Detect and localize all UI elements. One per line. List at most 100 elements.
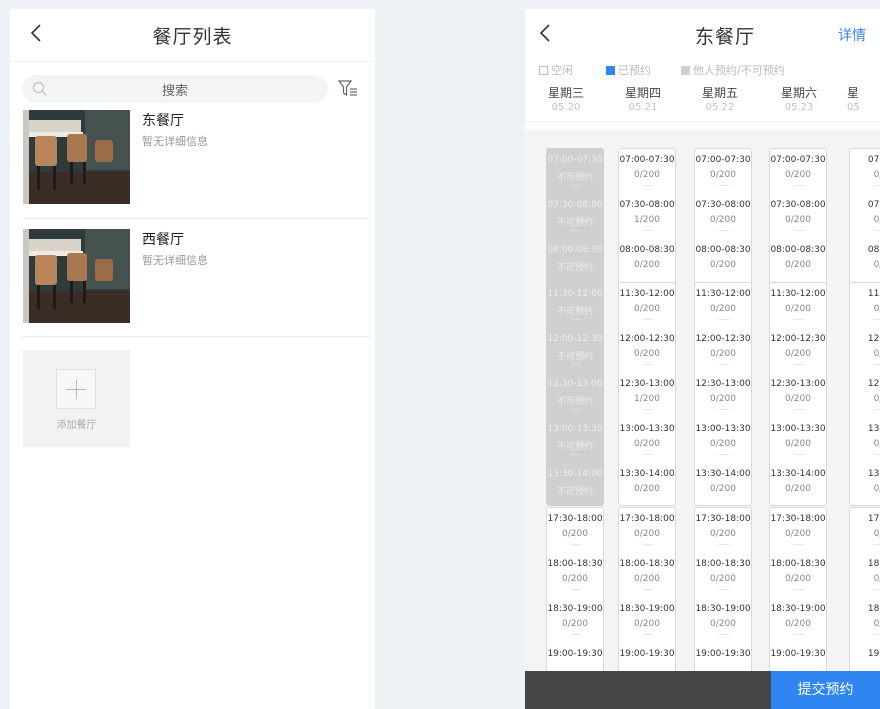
slot-time: 18:00-18:30	[619, 559, 675, 569]
timeslot[interactable]: 18:0 0/	[850, 553, 880, 598]
timeslot[interactable]: 13:3 0/	[850, 463, 880, 508]
timeslot[interactable]: 13:0 0/	[850, 418, 880, 463]
slot-capacity: 0/200	[785, 484, 811, 494]
timeslot[interactable]: 17:30-18:00 0/200	[695, 508, 751, 553]
legend-free-label: 空闲	[551, 64, 573, 77]
search-row: 搜索	[10, 70, 375, 108]
slot-capacity: 0/	[873, 170, 880, 180]
timeslot[interactable]: 19:00-19:30	[695, 643, 751, 671]
list-header: 餐厅列表	[10, 9, 375, 62]
timeslot[interactable]: 12:30-13:00 0/200	[770, 373, 826, 418]
slot-capacity: 不可预约	[556, 487, 593, 497]
slot-divider	[794, 319, 804, 320]
timeslot[interactable]: 12:00-12:30 0/200	[770, 328, 826, 373]
search-input[interactable]: 搜索	[22, 75, 328, 103]
timeslot[interactable]: 18:3 0/	[850, 598, 880, 643]
slot-time: 07:00-07:30	[695, 155, 751, 165]
timeslot: 07:00-07:30 不可预约	[547, 149, 603, 194]
slot-time: 07:3	[867, 200, 880, 210]
timeslot[interactable]: 07:00-07:30 0/200	[770, 149, 826, 194]
timeslot[interactable]: 18:30-19:00 0/200	[770, 598, 826, 643]
timeslot[interactable]: 07:3 0/	[850, 194, 880, 239]
timeslot[interactable]: 17:30-18:00 0/200	[770, 508, 826, 553]
slot-capacity: 0/	[873, 349, 880, 359]
timeslot[interactable]: 19:00-19:30	[770, 643, 826, 671]
submit-booking-button[interactable]: 提交预约	[771, 671, 880, 709]
slot-divider	[719, 230, 729, 231]
timeslot[interactable]: 12:00-12:30 0/200	[695, 328, 751, 373]
day-tab[interactable]: 星期六 05.23	[769, 84, 829, 113]
slot-time: 07:00-07:30	[619, 155, 675, 165]
timeslot[interactable]: 18:00-18:30 0/200	[547, 553, 603, 598]
timeslot[interactable]: 19:00-19:30	[619, 643, 675, 671]
timeslot[interactable]: 13:00-13:30 0/200	[695, 418, 751, 463]
slot-capacity: 0/200	[634, 529, 660, 539]
slot-time: 18:30-19:00	[619, 604, 675, 614]
timeslot[interactable]: 13:00-13:30 0/200	[619, 418, 675, 463]
day-tab[interactable]: 星 05	[845, 84, 880, 113]
timeslot[interactable]: 07:30-08:00 0/200	[695, 194, 751, 239]
timeslot[interactable]: 13:30-14:00 0/200	[770, 463, 826, 508]
timeslot[interactable]: 08:00-08:30 0/200	[695, 239, 751, 284]
timeslot[interactable]: 17:30-18:00 0/200	[547, 508, 603, 553]
restaurant-name: 西餐厅	[142, 232, 184, 248]
timeslot[interactable]: 11:3 0/	[850, 283, 880, 328]
timeslot[interactable]: 12:30-13:00 0/200	[695, 373, 751, 418]
timeslot[interactable]: 18:00-18:30 0/200	[695, 553, 751, 598]
slot-divider	[794, 454, 804, 455]
timeslot-block: 07:0 0/07:3 0/08:0 0/	[849, 148, 880, 288]
add-restaurant-button[interactable]: 添加餐厅	[23, 350, 130, 447]
slot-time: 12:30-13:00	[770, 379, 826, 389]
day-tab[interactable]: 星期五 05.22	[690, 84, 750, 113]
timeslot[interactable]: 07:00-07:30 0/200	[619, 149, 675, 194]
slot-capacity: 0/200	[785, 304, 811, 314]
slot-capacity: 0/200	[634, 349, 660, 359]
timeslot[interactable]: 13:00-13:30 0/200	[770, 418, 826, 463]
slot-capacity: 0/200	[785, 529, 811, 539]
slot-capacity: 0/200	[562, 574, 588, 584]
day-date: 05.22	[705, 102, 735, 113]
restaurant-item[interactable]: 西餐厅 暂无详细信息	[22, 219, 371, 337]
restaurant-item[interactable]: 东餐厅 暂无详细信息	[22, 108, 371, 219]
timeslot[interactable]: 11:30-12:00 0/200	[695, 283, 751, 328]
timeslot[interactable]: 17:30-18:00 0/200	[619, 508, 675, 553]
timeslot[interactable]: 18:30-19:00 0/200	[695, 598, 751, 643]
slot-capacity: 不可预约	[556, 442, 593, 452]
day-tab[interactable]: 星期三 05.20	[536, 84, 596, 113]
timeslot[interactable]: 07:30-08:00 1/200	[619, 194, 675, 239]
timeslot[interactable]: 12:0 0/	[850, 328, 880, 373]
timeslot-block: 11:30-12:00 0/200 12:00-12:30 0/200 12:30-13…	[618, 282, 676, 506]
timeslot[interactable]: 12:30-13:00 1/200	[619, 373, 675, 418]
timeslot[interactable]: 12:00-12:30 0/200	[619, 328, 675, 373]
timeslot[interactable]: 19:0	[850, 643, 880, 671]
slot-time: 08:00-08:30	[619, 245, 675, 255]
slot-capacity: 0/200	[710, 170, 736, 180]
timeslot[interactable]: 19:00-19:30	[547, 643, 603, 671]
timeslot[interactable]: 18:00-18:30 0/200	[770, 553, 826, 598]
timeslot[interactable]: 08:00-08:30 0/200	[619, 239, 675, 284]
timeslot[interactable]: 08:0 0/	[850, 239, 880, 284]
day-tab[interactable]: 星期四 05.21	[613, 84, 673, 113]
timeslot[interactable]: 11:30-12:00 0/200	[770, 283, 826, 328]
slot-time: 12:30-13:00	[695, 379, 751, 389]
timeslot[interactable]: 13:30-14:00 0/200	[695, 463, 751, 508]
timeslot[interactable]: 12:3 0/	[850, 373, 880, 418]
timeslot[interactable]: 18:30-19:00 0/200	[547, 598, 603, 643]
slot-divider	[794, 634, 804, 635]
filter-icon[interactable]	[338, 80, 358, 98]
status-legend: 空闲 已预约 他人预约/不可预约	[525, 59, 880, 81]
timeslot[interactable]: 18:00-18:30 0/200	[619, 553, 675, 598]
slot-time: 13:00-13:30	[770, 424, 826, 434]
timeslot[interactable]: 07:30-08:00 0/200	[770, 194, 826, 239]
timeslot[interactable]: 07:00-07:30 0/200	[695, 149, 751, 194]
slot-divider	[643, 230, 653, 231]
timeslot[interactable]: 11:30-12:00 0/200	[619, 283, 675, 328]
timeslot[interactable]: 13:30-14:00 0/200	[619, 463, 675, 508]
timeslot[interactable]: 18:30-19:00 0/200	[619, 598, 675, 643]
slot-capacity: 0/200	[710, 260, 736, 270]
timeslot[interactable]: 08:00-08:30 0/200	[770, 239, 826, 284]
timeslot[interactable]: 17:3 0/	[850, 508, 880, 553]
detail-link[interactable]: 详情	[838, 25, 866, 45]
timeslot[interactable]: 07:0 0/	[850, 149, 880, 194]
slot-divider	[794, 544, 804, 545]
